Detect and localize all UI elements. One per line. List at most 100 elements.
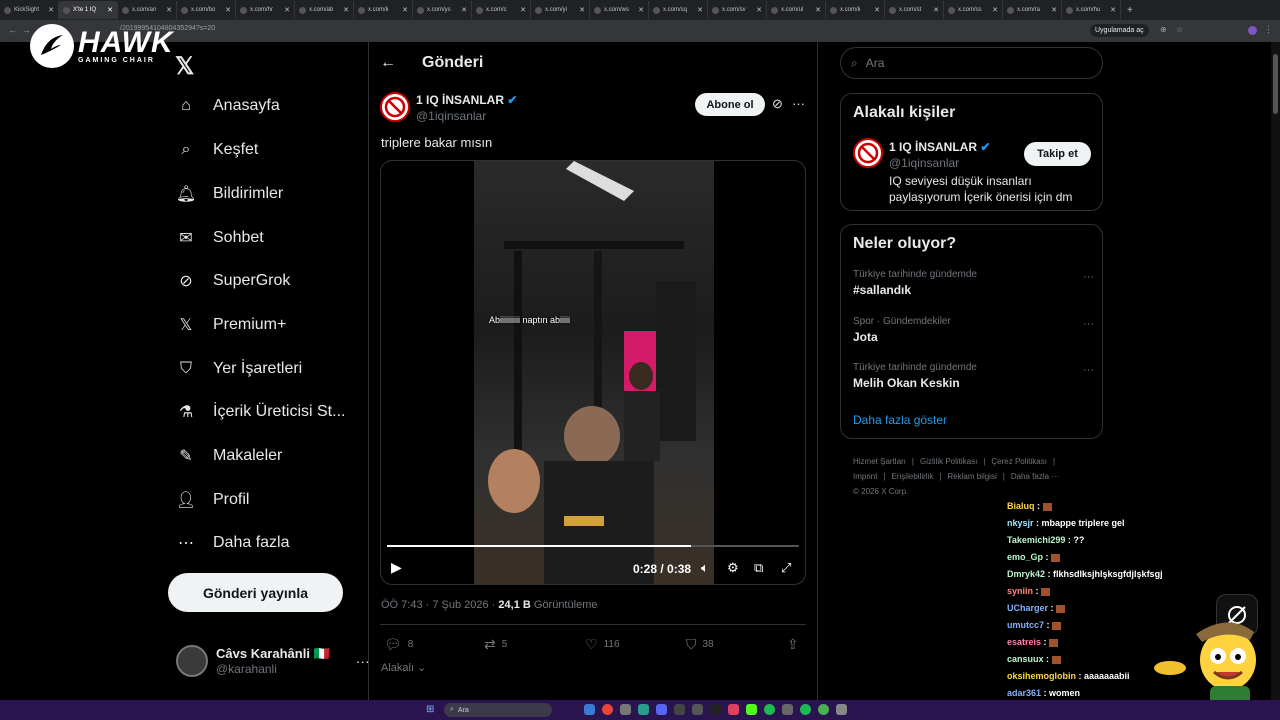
browser-tab[interactable]: x.com/an ✕: [118, 1, 177, 19]
taskbar-search[interactable]: ⌕ Ara: [444, 703, 552, 717]
grok-icon[interactable]: ⊘: [772, 96, 783, 112]
nav-item[interactable]: ⛉ Yer İşaretleri: [176, 359, 302, 379]
chat-username[interactable]: emo_Gp: [1007, 552, 1043, 562]
footer-link[interactable]: Hizmet Şartları: [853, 457, 906, 466]
more-options-icon[interactable]: ···: [792, 96, 805, 111]
spotify-icon[interactable]: [800, 704, 811, 715]
trend-item[interactable]: Türkiye tarihinde gündemde Melih Okan Kes…: [853, 362, 977, 390]
chat-username[interactable]: cansuux: [1007, 654, 1044, 664]
chat-username[interactable]: UCharger: [1007, 603, 1048, 613]
browser-tab[interactable]: X'te 1 IQ ✕: [59, 1, 118, 19]
nav-item[interactable]: ✎ Makaleler: [176, 446, 282, 466]
close-icon[interactable]: ✕: [874, 6, 880, 14]
pip-icon[interactable]: ⧉: [754, 560, 763, 576]
follow-button[interactable]: Takip et: [1024, 142, 1091, 166]
nav-item[interactable]: ⋯ Daha fazla: [176, 533, 290, 553]
browser-tab[interactable]: x.com/hu ✕: [1062, 1, 1121, 19]
close-icon[interactable]: ✕: [107, 6, 113, 14]
browser-tab[interactable]: x.com/ra ✕: [1003, 1, 1062, 19]
spotify-icon[interactable]: [764, 704, 775, 715]
star-icon[interactable]: ☆: [1176, 25, 1183, 34]
trend-item[interactable]: Spor · Gündemdekiler Jota: [853, 316, 951, 344]
author-avatar[interactable]: [380, 92, 410, 122]
bookmark-button[interactable]: ⛉ 38: [686, 636, 714, 653]
new-tab-icon[interactable]: +: [1127, 5, 1133, 16]
back-arrow-icon[interactable]: ←: [380, 54, 396, 72]
nav-item[interactable]: 👤︎ Profil: [176, 490, 250, 510]
browser-tab[interactable]: x.com/ss ✕: [944, 1, 1003, 19]
like-button[interactable]: ♡ 116: [585, 636, 620, 653]
close-icon[interactable]: ✕: [697, 6, 703, 14]
account-switcher[interactable]: Câvs Karahânli 🇮🇹 @karahanli ···: [176, 645, 370, 677]
back-nav-icon[interactable]: ←: [8, 25, 17, 35]
close-icon[interactable]: ✕: [756, 6, 762, 14]
browser-tab[interactable]: x.com/c ✕: [472, 1, 531, 19]
play-icon[interactable]: ▶: [391, 559, 402, 576]
search-input[interactable]: ⌕ Ara: [840, 47, 1103, 79]
nav-item[interactable]: ⌕ Keşfet: [176, 140, 259, 160]
app-icon[interactable]: [782, 704, 793, 715]
video-progress-bar[interactable]: [387, 545, 799, 547]
chat-username[interactable]: adar361: [1007, 688, 1041, 698]
browser-tab[interactable]: x.com/ul ✕: [767, 1, 826, 19]
edge-icon[interactable]: [638, 704, 649, 715]
browser-tab[interactable]: x.com/yi ✕: [531, 1, 590, 19]
open-in-app-chip[interactable]: Uygulamada aç: [1090, 24, 1149, 37]
app-icon[interactable]: [674, 704, 685, 715]
author-name[interactable]: 1 IQ İNSANLAR ✔: [416, 93, 517, 107]
subscribe-button[interactable]: Abone ol: [695, 93, 765, 116]
footer-link[interactable]: Imprint: [853, 472, 877, 481]
app-icon[interactable]: [710, 704, 721, 715]
chat-username[interactable]: syniin: [1007, 586, 1033, 596]
repost-button[interactable]: ⇄ 5: [484, 636, 507, 653]
close-icon[interactable]: ✕: [48, 6, 54, 14]
close-icon[interactable]: ✕: [461, 6, 467, 14]
close-icon[interactable]: ✕: [520, 6, 526, 14]
browser-tab[interactable]: x.com/k ✕: [354, 1, 413, 19]
browser-tab[interactable]: x.com/hr ✕: [236, 1, 295, 19]
close-icon[interactable]: ✕: [638, 6, 644, 14]
profile-avatar-icon[interactable]: [1248, 26, 1257, 35]
browser-tab[interactable]: x.com/k ✕: [826, 1, 885, 19]
discord-icon[interactable]: [656, 704, 667, 715]
app-icon[interactable]: [836, 704, 847, 715]
file-explorer-icon[interactable]: [584, 704, 595, 715]
trend-more-icon[interactable]: ···: [1083, 364, 1094, 376]
browser-tab[interactable]: x.com/st ✕: [885, 1, 944, 19]
browser-tab[interactable]: x.com/ab ✕: [295, 1, 354, 19]
related-avatar[interactable]: [853, 138, 883, 168]
related-handle[interactable]: @1iqinsanlar: [889, 156, 959, 170]
chat-username[interactable]: esatreis: [1007, 637, 1041, 647]
nav-item[interactable]: 𝕏 Premium+: [176, 315, 287, 335]
show-more-link[interactable]: Daha fazla göster: [853, 413, 947, 427]
trend-more-icon[interactable]: ···: [1083, 318, 1094, 330]
nav-item[interactable]: ✉ Sohbet: [176, 228, 263, 248]
app-icon[interactable]: [620, 704, 631, 715]
trend-more-icon[interactable]: ···: [1083, 271, 1094, 283]
share-icon[interactable]: ⇪: [787, 636, 799, 653]
trend-item[interactable]: Türkiye tarihinde gündemde #sallandık: [853, 269, 977, 297]
close-icon[interactable]: ✕: [166, 6, 172, 14]
browser-tab[interactable]: x.com/sv ✕: [708, 1, 767, 19]
chat-username[interactable]: oksihemoglobin: [1007, 671, 1076, 681]
page-scrollbar[interactable]: [1271, 42, 1280, 700]
app-icon[interactable]: [818, 704, 829, 715]
kick-icon[interactable]: [746, 704, 757, 715]
browser-tab[interactable]: x.com/ys ✕: [413, 1, 472, 19]
app-icon[interactable]: [728, 704, 739, 715]
close-icon[interactable]: ✕: [815, 6, 821, 14]
windows-start-icon[interactable]: ⊞: [426, 704, 434, 715]
zoom-icon[interactable]: ⊕: [1160, 25, 1167, 34]
related-name[interactable]: 1 IQ İNSANLAR ✔: [889, 140, 990, 154]
chat-username[interactable]: Dmryk42: [1007, 569, 1045, 579]
chat-username[interactable]: umutcc7: [1007, 620, 1044, 630]
close-icon[interactable]: ✕: [1051, 6, 1057, 14]
footer-link[interactable]: Gizlilik Politikası: [920, 457, 977, 466]
close-icon[interactable]: ✕: [579, 6, 585, 14]
volume-icon[interactable]: 🔈︎: [701, 560, 709, 576]
author-handle[interactable]: @1iqinsanlar: [416, 109, 486, 123]
app-icon[interactable]: [692, 704, 703, 715]
footer-link[interactable]: Daha fazla ···: [1011, 472, 1059, 481]
close-icon[interactable]: ✕: [1110, 6, 1116, 14]
footer-link[interactable]: Reklam bilgisi: [947, 472, 996, 481]
